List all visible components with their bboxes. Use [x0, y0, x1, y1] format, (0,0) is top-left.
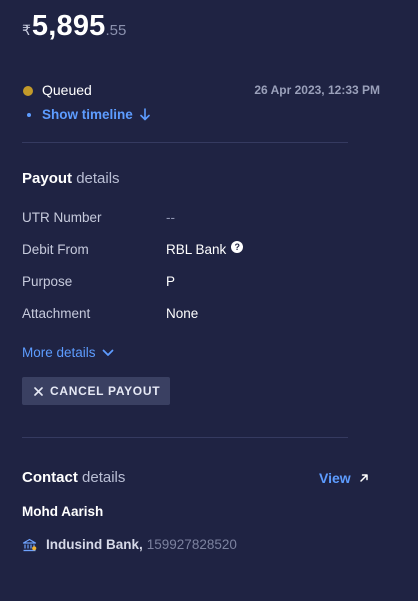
arrow-down-icon: [139, 108, 150, 121]
contact-name: Mohd Aarish: [22, 504, 104, 519]
bank-icon: [22, 538, 37, 551]
status-row: Queued 26 Apr 2023, 12:33 PM: [22, 82, 380, 100]
detail-key: Attachment: [22, 306, 91, 321]
amount-fraction: .55: [105, 22, 127, 39]
detail-value: None: [166, 306, 199, 321]
timeline-bullet-icon: [27, 112, 31, 117]
divider: [22, 437, 348, 438]
more-details-link[interactable]: More details: [22, 345, 114, 360]
show-timeline-link[interactable]: Show timeline: [22, 107, 150, 122]
debit-from-value: RBL Bank: [166, 242, 227, 257]
payout-details-title-strong: Payout: [22, 170, 73, 187]
view-contact-link[interactable]: View: [319, 470, 369, 486]
cancel-payout-label: CANCEL PAYOUT: [50, 384, 161, 398]
detail-key: Purpose: [22, 274, 73, 289]
payout-details-title: Payout details: [22, 170, 120, 187]
chevron-down-icon: [102, 349, 113, 356]
detail-key: UTR Number: [22, 210, 102, 225]
external-link-icon: [359, 474, 368, 482]
contact-details-title: Contact details: [22, 469, 125, 486]
detail-value: RBL Bank ?: [166, 240, 244, 257]
detail-key: Debit From: [22, 242, 89, 257]
bank-name: Indusind Bank,: [46, 537, 143, 552]
more-details-label: More details: [22, 345, 96, 360]
divider: [22, 142, 348, 143]
detail-value: P: [166, 274, 176, 289]
account-number: 159927828520: [146, 537, 237, 552]
view-contact-label: View: [319, 470, 351, 486]
show-timeline-label: Show timeline: [42, 107, 133, 122]
payout-details-title-rest: details: [76, 170, 120, 187]
currency-symbol: ₹: [22, 22, 31, 38]
contact-details-title-rest: details: [82, 469, 126, 486]
cancel-payout-button[interactable]: CANCEL PAYOUT: [22, 377, 170, 405]
contact-details-title-strong: Contact: [22, 469, 78, 486]
status-dot-icon: [23, 86, 33, 96]
contact-bank-account: Indusind Bank, 159927828520: [22, 537, 237, 552]
amount-main: 5,895: [31, 10, 106, 42]
close-icon: [34, 386, 43, 396]
status-label: Queued: [42, 82, 92, 98]
detail-value: --: [166, 210, 175, 225]
status-timestamp: 26 Apr 2023, 12:33 PM: [254, 83, 380, 97]
payout-amount: ₹ 5,895 .55: [22, 10, 126, 43]
help-circle-icon[interactable]: ?: [231, 240, 244, 253]
